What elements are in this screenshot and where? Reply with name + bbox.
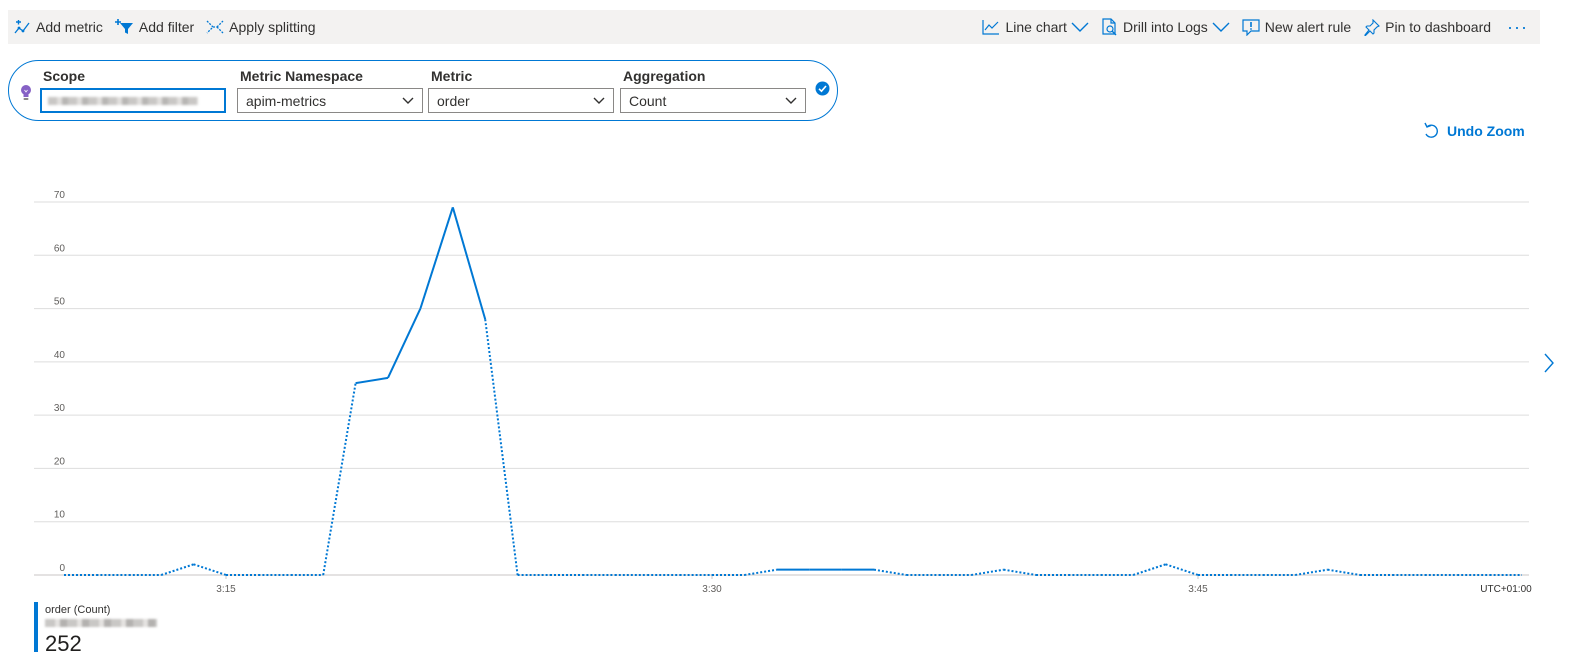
metric-label: Metric xyxy=(431,68,473,84)
namespace-select[interactable]: apim-metrics xyxy=(237,88,423,113)
namespace-field: Metric Namespace apim-metrics xyxy=(237,67,423,113)
y-axis-ticks: 0 10 20 30 40 50 60 70 xyxy=(54,190,66,574)
x-tick-label: 3:30 xyxy=(702,584,722,595)
series-segment-dotted xyxy=(873,568,907,576)
add-filter-button[interactable]: Add filter xyxy=(109,10,200,44)
legend-series-name: order (Count) xyxy=(45,604,111,616)
series-segment-dotted xyxy=(744,568,777,576)
namespace-value: apim-metrics xyxy=(246,92,327,109)
scope-field: Scope xyxy=(40,67,226,113)
aggregation-label: Aggregation xyxy=(623,68,706,84)
drill-into-logs-label: Drill into Logs xyxy=(1122,19,1208,35)
lightbulb-icon xyxy=(21,85,31,100)
metric-select[interactable]: order xyxy=(428,88,614,113)
new-alert-rule-label: New alert rule xyxy=(1264,19,1352,35)
more-options-button[interactable]: ··· xyxy=(1497,10,1540,44)
apply-splitting-label: Apply splitting xyxy=(229,19,316,35)
aggregation-field: Aggregation Count xyxy=(620,67,806,113)
add-metric-button[interactable]: Add metric xyxy=(8,10,109,44)
y-tick-label: 70 xyxy=(54,190,66,201)
pin-to-dashboard-label: Pin to dashboard xyxy=(1385,19,1492,35)
series-segment-dotted xyxy=(1003,568,1037,576)
new-alert-rule-button[interactable]: New alert rule xyxy=(1236,10,1357,44)
metric-value: order xyxy=(437,92,470,109)
chevron-right-icon[interactable] xyxy=(1544,353,1554,373)
scope-redacted-value xyxy=(48,96,198,105)
chevron-down-icon xyxy=(593,97,605,104)
legend-total-value: 252 xyxy=(45,631,82,656)
series-segment-dotted xyxy=(1295,568,1328,576)
metric-field: Metric order xyxy=(428,67,614,113)
y-tick-label: 30 xyxy=(54,403,66,414)
drill-into-logs-button[interactable]: Drill into Logs xyxy=(1095,10,1236,44)
pin-to-dashboard-button[interactable]: Pin to dashboard xyxy=(1357,10,1497,44)
legend-color-bar xyxy=(34,602,38,652)
series-segment-solid xyxy=(355,376,389,385)
series-segment-solid xyxy=(387,308,422,379)
series-segment-dotted xyxy=(1327,568,1361,576)
scope-input[interactable] xyxy=(40,88,226,113)
add-filter-icon xyxy=(114,19,133,34)
line-chart-label: Line chart xyxy=(1005,19,1067,35)
line-chart-icon xyxy=(982,20,1000,35)
x-tick-label: 3:15 xyxy=(216,584,236,595)
chevron-down-icon xyxy=(1212,22,1230,32)
add-metric-icon xyxy=(14,19,30,33)
series-segment-dotted xyxy=(971,568,1004,576)
line-chart-button[interactable]: Line chart xyxy=(976,10,1094,44)
chevron-down-icon xyxy=(785,97,797,104)
aggregation-value: Count xyxy=(629,92,667,109)
series-segment-dotted xyxy=(193,563,227,576)
series-segment-dotted xyxy=(160,563,194,576)
scope-label: Scope xyxy=(43,68,86,84)
metric-line-chart[interactable]: 0 10 20 30 40 50 60 70 3:15 3:30 3:45 UTC+01:00 xyxy=(0,180,1545,600)
add-filter-label: Add filter xyxy=(138,19,195,35)
series-segment-solid xyxy=(451,207,487,320)
timezone-label: UTC+01:00 xyxy=(1480,584,1532,595)
metric-picker: Scope Metric Namespace apim-metrics Metr… xyxy=(8,60,838,121)
chart-gridlines xyxy=(34,201,1529,576)
pin-icon xyxy=(1364,18,1381,36)
logs-icon xyxy=(1102,18,1117,36)
series-segment-solid xyxy=(419,207,454,309)
undo-zoom-button[interactable]: Undo Zoom xyxy=(1424,122,1525,140)
command-bar: Add metric Add filter Apply splitting Li… xyxy=(8,10,1540,44)
series-segment-dotted xyxy=(322,383,357,576)
series-segment-dotted xyxy=(1132,563,1166,576)
y-tick-label: 40 xyxy=(54,350,66,361)
legend-redacted-resource xyxy=(45,619,157,627)
x-tick-label: 3:45 xyxy=(1188,584,1208,595)
series-segment-dotted xyxy=(1165,563,1199,576)
y-tick-label: 60 xyxy=(54,243,66,254)
chart-series-lines xyxy=(64,207,1522,576)
y-tick-label: 50 xyxy=(54,297,66,308)
series-segment-dotted xyxy=(484,319,519,576)
namespace-label: Metric Namespace xyxy=(240,68,363,84)
command-bar-left: Add metric Add filter Apply splitting xyxy=(8,10,322,44)
chevron-down-icon xyxy=(1071,22,1089,32)
add-metric-label: Add metric xyxy=(36,19,103,35)
apply-splitting-button[interactable]: Apply splitting xyxy=(200,10,321,44)
chevron-down-icon xyxy=(402,97,414,104)
checkmark-circle-icon[interactable] xyxy=(815,81,830,96)
splitting-icon xyxy=(206,20,224,34)
undo-zoom-label: Undo Zoom xyxy=(1447,123,1525,139)
aggregation-select[interactable]: Count xyxy=(620,88,806,113)
y-tick-label: 20 xyxy=(54,456,66,467)
x-axis-ticks: 3:15 3:30 3:45 xyxy=(216,575,1208,595)
alert-icon xyxy=(1242,18,1260,36)
undo-icon xyxy=(1424,122,1438,138)
command-bar-right: Line chart Drill into Logs New alert rul… xyxy=(976,10,1540,44)
y-tick-label: 10 xyxy=(54,510,66,521)
y-tick-label: 0 xyxy=(59,563,65,574)
